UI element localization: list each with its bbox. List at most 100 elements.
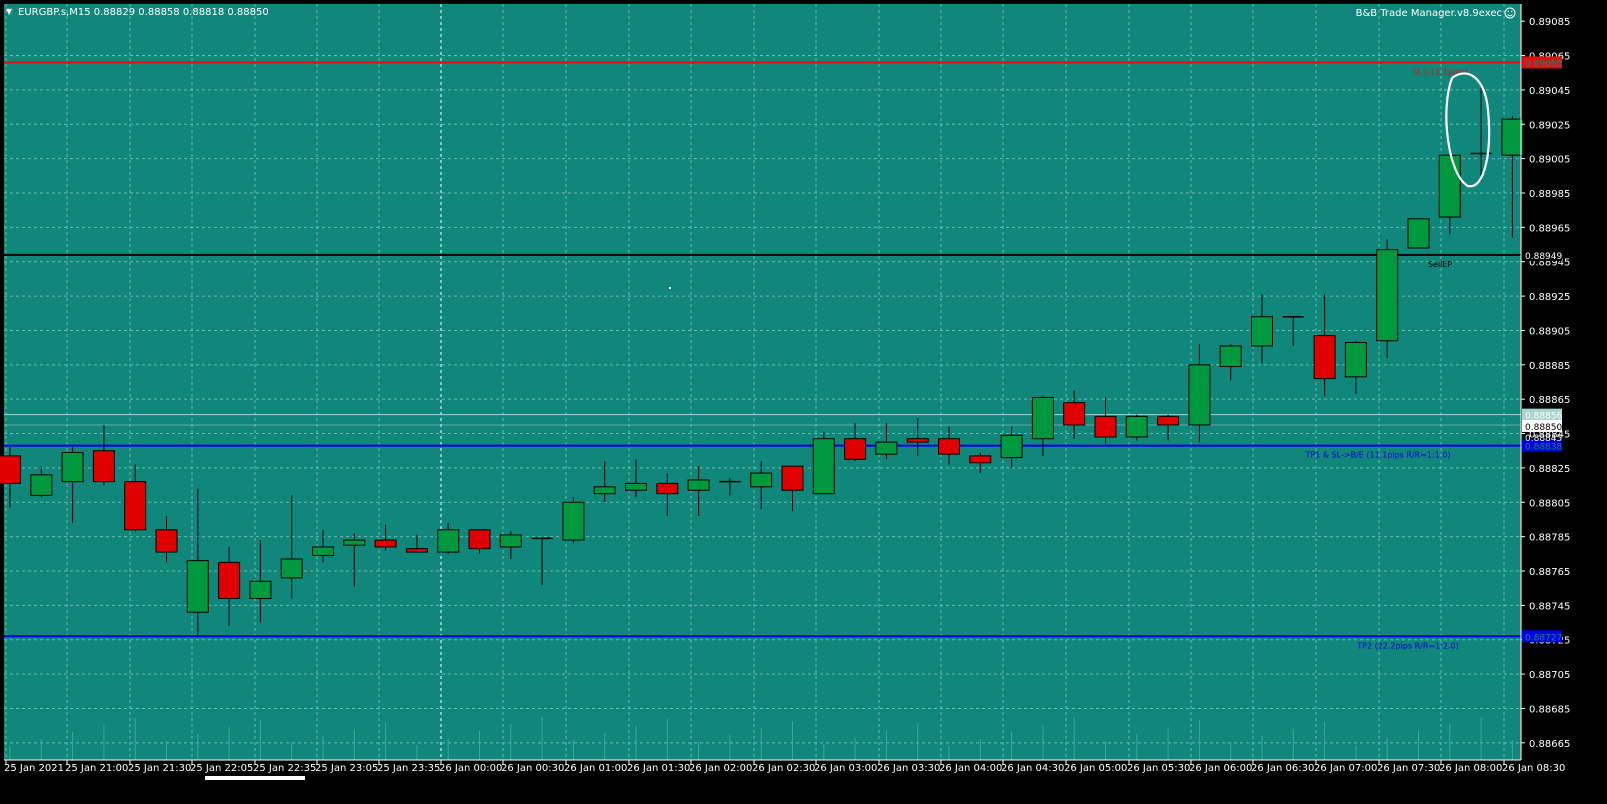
candle-bear — [405, 548, 428, 553]
y-tick-label: 0.89005 — [1529, 155, 1570, 166]
candle-bull — [812, 438, 835, 495]
x-tick-label: 25 Jan 21:30 — [128, 763, 191, 774]
x-tick-label: 25 Jan 2021 — [4, 763, 64, 774]
candle-bear — [938, 438, 960, 455]
candle-bull — [30, 474, 53, 496]
plot-area[interactable] — [4, 4, 1521, 760]
candle-bear — [155, 529, 178, 553]
x-tick-label: 26 Jan 02:30 — [752, 763, 815, 774]
bid-price-tag-text: 0.88850 — [1525, 423, 1562, 433]
candle-bull — [562, 501, 585, 541]
x-tick-label: 26 Jan 08:00 — [1439, 763, 1502, 774]
x-tick-label: 26 Jan 06:30 — [1251, 763, 1314, 774]
candle-bull — [1501, 118, 1524, 156]
candle-bull — [499, 534, 522, 548]
candle-bear — [0, 455, 21, 484]
candle-bull — [1344, 341, 1367, 378]
candle-bull — [593, 486, 616, 495]
level-price-tag-text: 0.89060 — [1525, 59, 1562, 69]
candle-bear — [781, 465, 804, 491]
y-tick-label: 0.88805 — [1529, 498, 1570, 509]
extra-price-tag-text: 0.88845 — [1525, 434, 1562, 444]
candle-bull — [687, 479, 710, 491]
level-price-tag-text: 0.88949 — [1525, 252, 1562, 262]
x-tick-label: 26 Jan 05:30 — [1127, 763, 1190, 774]
candle-bull — [875, 441, 898, 455]
candle-bull — [249, 580, 272, 599]
y-tick-label: 0.89025 — [1529, 120, 1570, 131]
y-tick-label: 0.88765 — [1529, 567, 1570, 578]
candle-bear — [906, 438, 929, 443]
candle-bull — [1125, 415, 1148, 438]
candle-bull — [1251, 316, 1273, 347]
candle-bull — [1407, 218, 1430, 249]
candle-bull — [437, 529, 460, 553]
y-tick-label: 0.88745 — [1529, 601, 1570, 612]
candle-bull — [1000, 434, 1023, 459]
x-tick-label: 26 Jan 03:00 — [814, 763, 877, 774]
x-tick-label: 25 Jan 21:00 — [65, 763, 128, 774]
level-price-tag-text: 0.88727 — [1525, 633, 1562, 643]
price-chart[interactable]: SL (-11.1pips)SellEPTP1 & SL->B/E (11.1p… — [0, 0, 1607, 800]
y-tick-label: 0.88865 — [1529, 395, 1570, 406]
x-tick-label: 25 Jan 23:05 — [315, 763, 378, 774]
y-tick-label: 0.88705 — [1529, 670, 1570, 681]
candle-bear — [124, 481, 147, 531]
y-tick-label: 0.88665 — [1529, 739, 1570, 750]
y-tick-label: 0.88985 — [1529, 189, 1570, 200]
x-tick-label: 26 Jan 07:00 — [1314, 763, 1377, 774]
time-axis[interactable]: 25 Jan 2021 25 Jan 21:00 25 Jan 21:3025 Ja… — [4, 759, 1565, 774]
candle-bear — [1094, 415, 1117, 438]
candle-bull — [312, 546, 334, 557]
scroll-marker[interactable] — [205, 776, 305, 780]
y-tick-label: 0.89085 — [1529, 17, 1570, 28]
x-tick-label: 25 Jan 22:35 — [253, 763, 316, 774]
chart-window[interactable]: SL (-11.1pips) SellEP TP1 & SL->B/E (11.1p… — [0, 0, 1607, 800]
candle-bull — [280, 558, 303, 579]
menu-triangle-icon[interactable]: ▼ — [6, 7, 13, 16]
candle-bear — [1157, 415, 1180, 426]
candle-bear — [1063, 402, 1086, 426]
y-tick-label: 0.88925 — [1529, 292, 1570, 303]
symbol-info: EURGBP.s,M15 0.88829 0.88858 0.88818 0.8… — [18, 7, 269, 18]
y-tick-label: 0.88825 — [1529, 464, 1570, 475]
y-tick-label: 0.88785 — [1529, 533, 1570, 544]
y-tick-label: 0.88685 — [1529, 704, 1570, 715]
ea-label: B&B Trade Manager.v8.9exec — [1356, 8, 1502, 19]
candle-bull — [1376, 249, 1399, 342]
y-tick-label: 0.88965 — [1529, 223, 1570, 234]
candle-bull — [343, 539, 366, 546]
x-tick-label: 26 Jan 01:00 — [564, 763, 627, 774]
y-tick-label: 0.88905 — [1529, 326, 1570, 337]
level-label-entry: SellEP — [1428, 260, 1453, 269]
candle-bull — [186, 560, 209, 613]
x-tick-label: 26 Jan 02:00 — [689, 763, 752, 774]
y-tick-label: 0.88885 — [1529, 361, 1570, 372]
candle-bear — [656, 482, 679, 495]
candle-bull — [1031, 396, 1054, 440]
candle-bear — [969, 455, 992, 464]
candle-bear — [844, 438, 867, 460]
x-tick-label: 26 Jan 04:00 — [939, 763, 1002, 774]
candle-bear — [468, 529, 491, 550]
candle-bull — [61, 451, 84, 483]
x-tick-label: 26 Jan 03:30 — [877, 763, 940, 774]
candle-bear — [1313, 335, 1336, 380]
candle-bear — [218, 561, 241, 599]
stray-dot — [669, 287, 671, 289]
x-tick-label: 25 Jan 23:35 — [377, 763, 440, 774]
candle-bull — [1438, 154, 1461, 218]
x-tick-label: 25 Jan 22:05 — [190, 763, 253, 774]
y-tick-label: 0.89045 — [1529, 86, 1570, 97]
candle-bull — [1188, 364, 1211, 426]
level-label-tp: TP1 & SL->B/E (11.1pips R/R=1:1.0) — [1304, 451, 1450, 460]
x-tick-label: 26 Jan 08:30 — [1502, 763, 1565, 774]
x-tick-label: 26 Jan 05:00 — [1064, 763, 1127, 774]
x-tick-label: 26 Jan 01:30 — [627, 763, 690, 774]
x-tick-label: 26 Jan 07:30 — [1377, 763, 1440, 774]
candle-bull — [1219, 345, 1242, 368]
x-tick-label: 26 Jan 04:30 — [1001, 763, 1064, 774]
x-tick-label: 26 Jan 00:30 — [501, 763, 564, 774]
level-price-tag-text: 0.88838 — [1525, 443, 1562, 453]
candle-bull — [625, 482, 647, 491]
